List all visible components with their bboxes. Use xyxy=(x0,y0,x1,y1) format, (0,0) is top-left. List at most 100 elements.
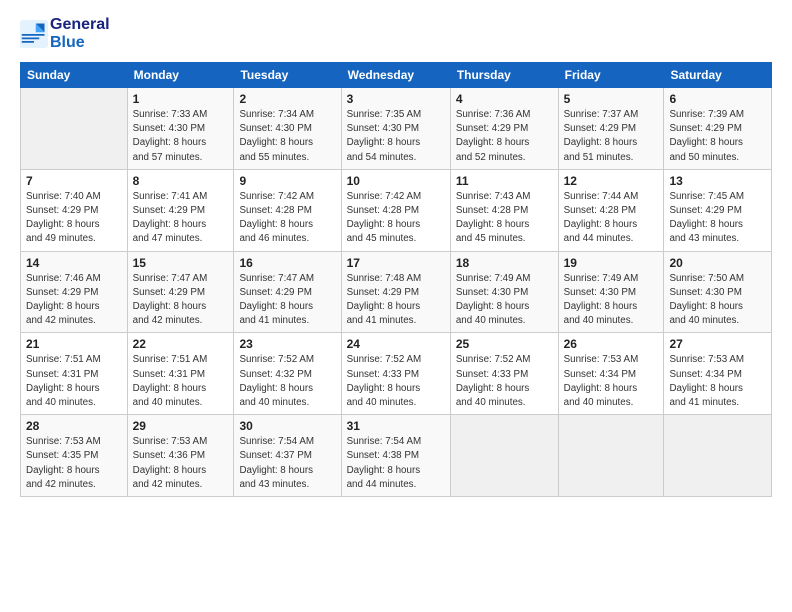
calendar-cell: 2 Sunrise: 7:34 AM Sunset: 4:30 PM Daylig… xyxy=(234,88,341,170)
weekday-header-row: SundayMondayTuesdayWednesdayThursdayFrid… xyxy=(21,63,772,88)
calendar-cell: 27 Sunrise: 7:53 AM Sunset: 4:34 PM Dayli… xyxy=(664,333,772,415)
day-info: Sunrise: 7:48 AM Sunset: 4:29 PM Dayligh… xyxy=(347,272,445,329)
day-number: 16 xyxy=(239,256,335,270)
weekday-header-sunday: Sunday xyxy=(21,63,128,88)
calendar-cell: 28 Sunrise: 7:53 AM Sunset: 4:35 PM Dayli… xyxy=(21,415,128,497)
calendar-cell: 1Sunrise: 7:33 AM Sunset: 4:30 PM Daylig… xyxy=(127,88,234,170)
calendar-cell xyxy=(450,415,558,497)
day-info: Sunrise: 7:50 AM Sunset: 4:30 PM Dayligh… xyxy=(669,272,766,329)
day-info: Sunrise: 7:44 AM Sunset: 4:28 PM Dayligh… xyxy=(564,190,659,247)
day-number: 10 xyxy=(347,174,445,188)
calendar-cell: 13 Sunrise: 7:45 AM Sunset: 4:29 PM Dayli… xyxy=(664,169,772,251)
calendar-cell: 6 Sunrise: 7:39 AM Sunset: 4:29 PM Daylig… xyxy=(664,88,772,170)
calendar-cell: 24 Sunrise: 7:52 AM Sunset: 4:33 PM Dayli… xyxy=(341,333,450,415)
weekday-header-saturday: Saturday xyxy=(664,63,772,88)
calendar-cell: 14 Sunrise: 7:46 AM Sunset: 4:29 PM Dayli… xyxy=(21,251,128,333)
day-info: Sunrise: 7:53 AM Sunset: 4:36 PM Dayligh… xyxy=(133,435,229,492)
calendar-cell: 9Sunrise: 7:42 AM Sunset: 4:28 PM Daylig… xyxy=(234,169,341,251)
day-info: Sunrise: 7:52 AM Sunset: 4:33 PM Dayligh… xyxy=(456,353,553,410)
day-number: 26 xyxy=(564,337,659,351)
day-info: Sunrise: 7:49 AM Sunset: 4:30 PM Dayligh… xyxy=(564,272,659,329)
day-info: Sunrise: 7:35 AM Sunset: 4:30 PM Dayligh… xyxy=(347,108,445,165)
day-number: 29 xyxy=(133,419,229,433)
calendar-cell: 26 Sunrise: 7:53 AM Sunset: 4:34 PM Dayli… xyxy=(558,333,664,415)
day-info: Sunrise: 7:36 AM Sunset: 4:29 PM Dayligh… xyxy=(456,108,553,165)
calendar-cell: 4 Sunrise: 7:36 AM Sunset: 4:29 PM Daylig… xyxy=(450,88,558,170)
day-number: 14 xyxy=(26,256,122,270)
day-number: 13 xyxy=(669,174,766,188)
day-number: 30 xyxy=(239,419,335,433)
day-info: Sunrise: 7:34 AM Sunset: 4:30 PM Dayligh… xyxy=(239,108,335,165)
day-number: 18 xyxy=(456,256,553,270)
day-number: 11 xyxy=(456,174,553,188)
day-number: 25 xyxy=(456,337,553,351)
day-number: 3 xyxy=(347,92,445,106)
logo-text: General Blue xyxy=(50,16,110,52)
calendar-cell: 22 Sunrise: 7:51 AM Sunset: 4:31 PM Dayli… xyxy=(127,333,234,415)
calendar-cell: 25 Sunrise: 7:52 AM Sunset: 4:33 PM Dayli… xyxy=(450,333,558,415)
calendar-cell: 7Sunrise: 7:40 AM Sunset: 4:29 PM Daylig… xyxy=(21,169,128,251)
calendar-cell: 11 Sunrise: 7:43 AM Sunset: 4:28 PM Dayli… xyxy=(450,169,558,251)
day-info: Sunrise: 7:53 AM Sunset: 4:34 PM Dayligh… xyxy=(669,353,766,410)
day-info: Sunrise: 7:41 AM Sunset: 4:29 PM Dayligh… xyxy=(133,190,229,247)
day-number: 6 xyxy=(669,92,766,106)
calendar-cell: 5 Sunrise: 7:37 AM Sunset: 4:29 PM Daylig… xyxy=(558,88,664,170)
day-number: 31 xyxy=(347,419,445,433)
weekday-header-wednesday: Wednesday xyxy=(341,63,450,88)
day-number: 22 xyxy=(133,337,229,351)
calendar-cell: 23Sunrise: 7:52 AM Sunset: 4:32 PM Dayli… xyxy=(234,333,341,415)
day-number: 28 xyxy=(26,419,122,433)
day-number: 12 xyxy=(564,174,659,188)
day-number: 24 xyxy=(347,337,445,351)
day-info: Sunrise: 7:52 AM Sunset: 4:33 PM Dayligh… xyxy=(347,353,445,410)
day-number: 2 xyxy=(239,92,335,106)
calendar-cell: 19 Sunrise: 7:49 AM Sunset: 4:30 PM Dayli… xyxy=(558,251,664,333)
day-number: 5 xyxy=(564,92,659,106)
day-info: Sunrise: 7:53 AM Sunset: 4:34 PM Dayligh… xyxy=(564,353,659,410)
day-number: 7 xyxy=(26,174,122,188)
logo-icon xyxy=(20,20,48,48)
calendar-cell xyxy=(558,415,664,497)
weekday-header-monday: Monday xyxy=(127,63,234,88)
day-info: Sunrise: 7:53 AM Sunset: 4:35 PM Dayligh… xyxy=(26,435,122,492)
calendar-cell: 12 Sunrise: 7:44 AM Sunset: 4:28 PM Dayli… xyxy=(558,169,664,251)
calendar-cell: 3 Sunrise: 7:35 AM Sunset: 4:30 PM Daylig… xyxy=(341,88,450,170)
calendar-cell: 18 Sunrise: 7:49 AM Sunset: 4:30 PM Dayli… xyxy=(450,251,558,333)
calendar-cell: 17 Sunrise: 7:48 AM Sunset: 4:29 PM Dayli… xyxy=(341,251,450,333)
calendar-cell: 8 Sunrise: 7:41 AM Sunset: 4:29 PM Daylig… xyxy=(127,169,234,251)
calendar-cell: 30 Sunrise: 7:54 AM Sunset: 4:37 PM Dayli… xyxy=(234,415,341,497)
day-info: Sunrise: 7:37 AM Sunset: 4:29 PM Dayligh… xyxy=(564,108,659,165)
day-info: Sunrise: 7:39 AM Sunset: 4:29 PM Dayligh… xyxy=(669,108,766,165)
day-info: Sunrise: 7:46 AM Sunset: 4:29 PM Dayligh… xyxy=(26,272,122,329)
calendar-cell: 31Sunrise: 7:54 AM Sunset: 4:38 PM Dayli… xyxy=(341,415,450,497)
day-info: Sunrise: 7:42 AM Sunset: 4:28 PM Dayligh… xyxy=(239,190,335,247)
day-info: Sunrise: 7:45 AM Sunset: 4:29 PM Dayligh… xyxy=(669,190,766,247)
page: General Blue SundayMondayTuesdayWednesda… xyxy=(0,0,792,612)
day-info: Sunrise: 7:47 AM Sunset: 4:29 PM Dayligh… xyxy=(239,272,335,329)
calendar-table: SundayMondayTuesdayWednesdayThursdayFrid… xyxy=(20,62,772,497)
calendar-cell: 10 Sunrise: 7:42 AM Sunset: 4:28 PM Dayli… xyxy=(341,169,450,251)
calendar-cell xyxy=(664,415,772,497)
calendar-cell: 20 Sunrise: 7:50 AM Sunset: 4:30 PM Dayli… xyxy=(664,251,772,333)
day-number: 23 xyxy=(239,337,335,351)
calendar-cell: 21Sunrise: 7:51 AM Sunset: 4:31 PM Dayli… xyxy=(21,333,128,415)
day-info: Sunrise: 7:54 AM Sunset: 4:37 PM Dayligh… xyxy=(239,435,335,492)
day-number: 27 xyxy=(669,337,766,351)
calendar-cell: 15Sunrise: 7:47 AM Sunset: 4:29 PM Dayli… xyxy=(127,251,234,333)
logo: General Blue xyxy=(20,16,110,52)
day-info: Sunrise: 7:49 AM Sunset: 4:30 PM Dayligh… xyxy=(456,272,553,329)
day-info: Sunrise: 7:33 AM Sunset: 4:30 PM Dayligh… xyxy=(133,108,229,165)
calendar-cell xyxy=(21,88,128,170)
day-info: Sunrise: 7:42 AM Sunset: 4:28 PM Dayligh… xyxy=(347,190,445,247)
day-info: Sunrise: 7:43 AM Sunset: 4:28 PM Dayligh… xyxy=(456,190,553,247)
day-number: 15 xyxy=(133,256,229,270)
day-number: 4 xyxy=(456,92,553,106)
day-number: 19 xyxy=(564,256,659,270)
day-number: 20 xyxy=(669,256,766,270)
calendar-week-row: 7Sunrise: 7:40 AM Sunset: 4:29 PM Daylig… xyxy=(21,169,772,251)
day-info: Sunrise: 7:51 AM Sunset: 4:31 PM Dayligh… xyxy=(133,353,229,410)
header: General Blue xyxy=(20,16,772,52)
day-number: 8 xyxy=(133,174,229,188)
day-number: 17 xyxy=(347,256,445,270)
day-info: Sunrise: 7:51 AM Sunset: 4:31 PM Dayligh… xyxy=(26,353,122,410)
